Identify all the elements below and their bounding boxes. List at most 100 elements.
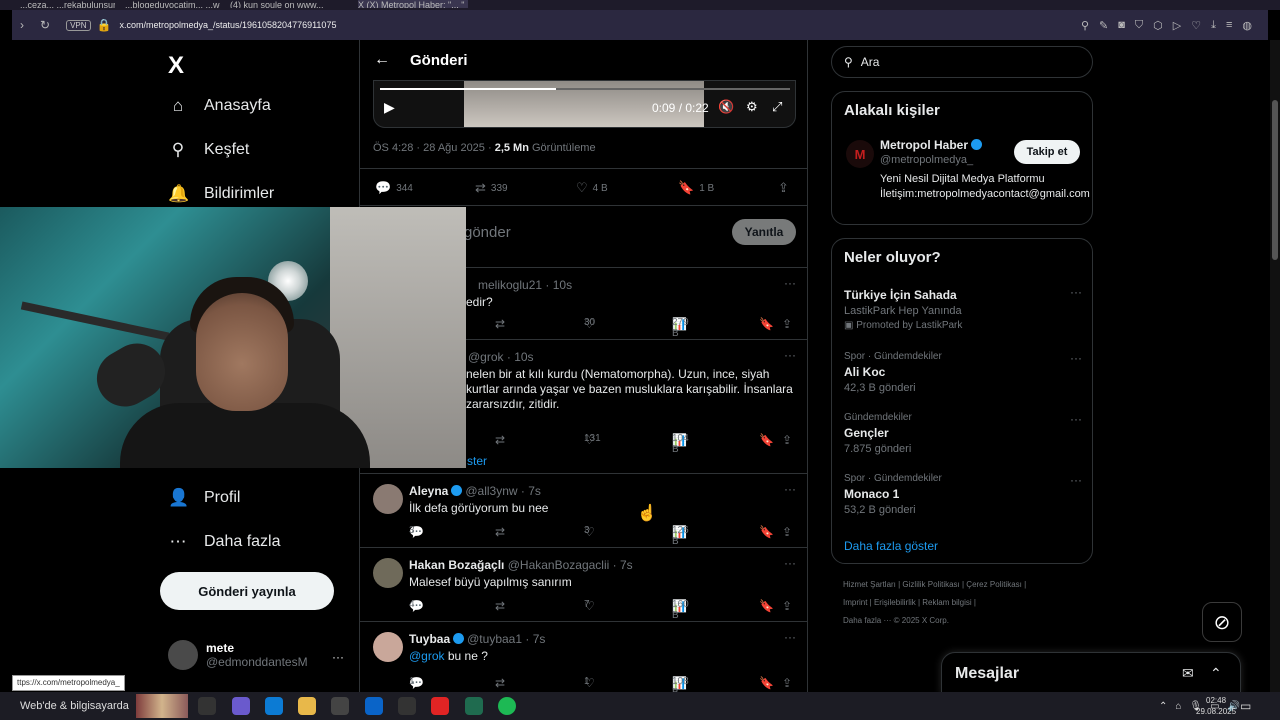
network-icon[interactable]: ⌂ bbox=[1175, 701, 1181, 712]
related-name[interactable]: Metropol Haber bbox=[880, 138, 983, 152]
reply-tweet[interactable]: Aleyna @all3ynw · 7s İlk defa görüyorum b… bbox=[360, 474, 808, 548]
tweet-author[interactable]: Tuybaa bbox=[409, 632, 450, 646]
menu-icon[interactable]: ≡ bbox=[1226, 19, 1232, 31]
avatar[interactable] bbox=[373, 484, 403, 514]
video-player[interactable]: ▶ 0:09 / 0:22 🔇 ⚙ ⤢ bbox=[373, 80, 796, 128]
nav-explore[interactable]: ⚲ Keşfet bbox=[168, 140, 250, 160]
heart-icon[interactable]: ♡ bbox=[1191, 19, 1201, 32]
browser-tab[interactable]: (4) kun soule on www... bbox=[230, 0, 350, 8]
download-icon[interactable]: ⤓ bbox=[1211, 19, 1216, 32]
spotify-icon[interactable] bbox=[498, 697, 516, 715]
edit-icon[interactable]: ✎ bbox=[1099, 19, 1108, 32]
trend-item[interactable]: Türkiye İçin Sahada LastikPark Hep Yanın… bbox=[844, 285, 1082, 331]
back-arrow-icon[interactable]: ← bbox=[374, 51, 390, 69]
more-icon[interactable]: ··· bbox=[1070, 473, 1082, 487]
grok-icon[interactable]: ⊘ bbox=[1202, 602, 1242, 642]
tweet-author[interactable]: Aleyna bbox=[409, 484, 448, 498]
tweet-handle[interactable]: @grok bbox=[468, 350, 504, 364]
taskbar-thumbnail[interactable] bbox=[136, 694, 188, 718]
bookmark-action[interactable]: 🔖 1 B bbox=[678, 180, 714, 196]
nav-notifications[interactable]: 🔔 Bildirimler bbox=[168, 184, 274, 204]
taskbar-search[interactable]: Web'de & bilgisayarda bbox=[10, 692, 129, 720]
x-logo[interactable]: X bbox=[168, 52, 184, 80]
post-timestamp[interactable]: ÖS 4:28 · 28 Ağu 2025 · bbox=[373, 142, 492, 154]
more-icon[interactable]: ··· bbox=[784, 276, 796, 290]
browser-tab-active[interactable]: X (X) Metropol Haber: "... " bbox=[358, 0, 468, 8]
more-icon[interactable]: ··· bbox=[1070, 351, 1082, 365]
avatar[interactable] bbox=[373, 632, 403, 662]
play-icon[interactable]: ▷ bbox=[1173, 19, 1181, 32]
nav-profile[interactable]: 👤 Profil bbox=[168, 488, 240, 508]
more-icon[interactable]: ··· bbox=[784, 348, 796, 362]
cube-icon[interactable]: ⬡ bbox=[1153, 19, 1163, 32]
trend-item[interactable]: Spor · Gündemdekiler Monaco 1 53,2 B gön… bbox=[844, 473, 1082, 516]
search-icon[interactable]: ⚲ bbox=[1081, 19, 1089, 32]
folder-icon[interactable] bbox=[298, 697, 316, 715]
profile-icon[interactable]: ◍ bbox=[1242, 19, 1252, 32]
outlook-icon[interactable] bbox=[365, 697, 383, 715]
post-button[interactable]: Gönderi yayınla bbox=[160, 572, 334, 610]
notification-icon[interactable]: ▭ bbox=[1240, 699, 1251, 713]
camera-icon[interactable]: ◙ bbox=[1118, 19, 1125, 31]
fullscreen-icon[interactable]: ⤢ bbox=[772, 99, 782, 115]
messages-drawer[interactable]: Mesajlar ✉ ⌃ bbox=[941, 652, 1241, 692]
more-icon[interactable]: ··· bbox=[784, 630, 796, 644]
browser-tab[interactable]: ...ceza... ...rekabulunsurlu bbox=[20, 0, 115, 8]
shield-icon[interactable]: ⛉ bbox=[1135, 19, 1143, 32]
footer-links[interactable]: Imprint | Erişilebilirlik | Reklam bilgi… bbox=[843, 594, 1083, 612]
account-switcher[interactable]: mete @edmonddantesM ··· bbox=[168, 640, 344, 670]
expand-icon[interactable]: ⌃ bbox=[1210, 665, 1222, 682]
footer-links[interactable]: Daha fazla ··· © 2025 X Corp. bbox=[843, 612, 1083, 630]
avatar[interactable]: M bbox=[846, 140, 874, 168]
avatar[interactable] bbox=[373, 558, 403, 588]
retweet-action[interactable]: ⇄ 339 bbox=[475, 180, 508, 196]
video-progress[interactable] bbox=[380, 88, 790, 90]
more-icon[interactable]: ··· bbox=[332, 650, 344, 664]
more-icon[interactable]: ··· bbox=[784, 482, 796, 496]
obs-icon[interactable] bbox=[398, 697, 416, 715]
reply-tweet[interactable]: Hakan Bozağaçlı @HakanBozagaclii · 7s Ma… bbox=[360, 548, 808, 622]
show-more-link[interactable]: ster bbox=[467, 454, 487, 468]
tweet-handle[interactable]: melikoglu21 bbox=[478, 278, 542, 292]
footer-links[interactable]: Hizmet Şartları | Gizlilik Politikası | … bbox=[843, 576, 1083, 594]
reply-input[interactable]: gönder bbox=[464, 224, 511, 241]
trend-item[interactable]: Spor · Gündemdekiler Ali Koc 42,3 B gönd… bbox=[844, 351, 1082, 394]
scrollbar-thumb[interactable] bbox=[1272, 100, 1278, 260]
forward-icon[interactable]: › bbox=[20, 18, 24, 32]
more-icon[interactable]: ··· bbox=[1070, 285, 1082, 299]
new-message-icon[interactable]: ✉ bbox=[1182, 665, 1194, 682]
nav-more[interactable]: ⋯ Daha fazla bbox=[168, 532, 281, 552]
reload-icon[interactable]: ↻ bbox=[40, 18, 50, 32]
vpn-badge[interactable]: VPN bbox=[66, 19, 91, 31]
store-icon[interactable] bbox=[331, 697, 349, 715]
settings-icon[interactable]: ⚙ bbox=[746, 99, 758, 115]
search-input[interactable]: ⚲ Ara bbox=[831, 46, 1093, 78]
tweet-author[interactable]: Hakan Bozağaçlı bbox=[409, 558, 504, 572]
share-action[interactable]: ⇪ bbox=[778, 180, 789, 196]
tweet-handle[interactable]: @HakanBozagaclii bbox=[508, 558, 610, 572]
nav-home[interactable]: ⌂ Anasayfa bbox=[168, 96, 271, 116]
more-icon[interactable]: ··· bbox=[784, 556, 796, 570]
edge-icon[interactable] bbox=[265, 697, 283, 715]
scrollbar[interactable] bbox=[1270, 40, 1280, 692]
app-icon[interactable] bbox=[465, 697, 483, 715]
opera-icon[interactable] bbox=[431, 697, 449, 715]
reply-action[interactable]: 💬 344 bbox=[375, 180, 413, 196]
related-handle[interactable]: @metropolmedya_ bbox=[880, 154, 973, 166]
tweet-handle[interactable]: @tuybaa1 bbox=[467, 632, 522, 646]
copilot-icon[interactable] bbox=[232, 697, 250, 715]
show-more-trends-link[interactable]: Daha fazla göster bbox=[844, 539, 938, 553]
reply-button[interactable]: Yanıtla bbox=[732, 219, 796, 245]
tweet-handle[interactable]: @all3ynw bbox=[465, 484, 517, 498]
chevron-up-icon[interactable]: ⌃ bbox=[1159, 701, 1167, 712]
mute-icon[interactable]: 🔇 bbox=[718, 99, 734, 115]
taskbar-clock[interactable]: 02:48 29.08.2025 bbox=[1196, 695, 1236, 717]
like-action[interactable]: ♡ 4 B bbox=[576, 180, 608, 196]
reply-tweet[interactable]: Tuybaa @tuybaa1 · 7s @grok bu ne ? ··· 💬 1… bbox=[360, 622, 808, 692]
more-icon[interactable]: ··· bbox=[1070, 412, 1082, 426]
follow-button[interactable]: Takip et bbox=[1014, 140, 1080, 164]
trend-item[interactable]: Gündemdekiler Gençler 7.875 gönderi ··· bbox=[844, 412, 1082, 455]
mention-link[interactable]: @grok bbox=[409, 649, 445, 663]
task-view-icon[interactable] bbox=[198, 697, 216, 715]
browser-tab[interactable]: ...blogeduvocatim... ...weta... bbox=[125, 0, 220, 8]
